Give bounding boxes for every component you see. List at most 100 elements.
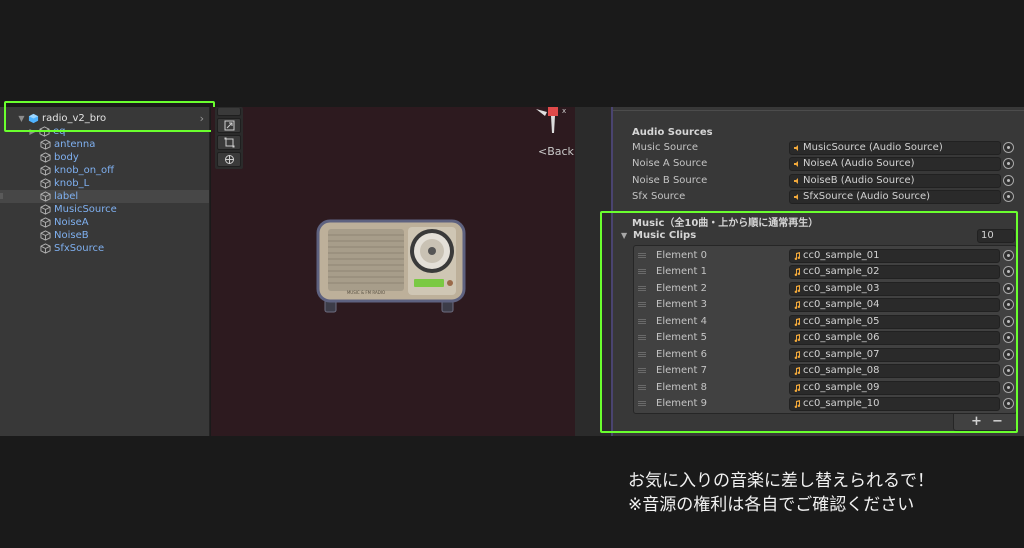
hierarchy-item-eq[interactable]: ▶ eq bbox=[0, 125, 209, 138]
object-field-noise-b-source[interactable]: NoiseB (Audio Source) bbox=[789, 174, 1001, 188]
gameobject-icon bbox=[40, 165, 51, 176]
audio-clip-field[interactable]: cc0_sample_04 bbox=[789, 298, 1000, 312]
gameobject-icon bbox=[40, 152, 51, 163]
hierarchy-item-sfxsource[interactable]: SfxSource bbox=[0, 242, 209, 255]
orientation-gizmo-icon[interactable]: x bbox=[533, 107, 575, 137]
drag-handle-icon[interactable] bbox=[638, 352, 646, 357]
list-item[interactable]: Element 0 cc0_sample_01 bbox=[634, 248, 1016, 264]
drag-handle-icon[interactable] bbox=[638, 385, 646, 390]
gameobject-icon bbox=[40, 178, 51, 189]
hierarchy-item-noiseb[interactable]: NoiseB bbox=[0, 229, 209, 242]
list-item[interactable]: Element 9 cc0_sample_10 bbox=[634, 396, 1016, 412]
hierarchy-item-label: NoiseB bbox=[54, 230, 89, 241]
object-field-music-source[interactable]: MusicSource (Audio Source) bbox=[789, 141, 1001, 155]
audio-clip-field[interactable]: cc0_sample_06 bbox=[789, 331, 1000, 345]
object-picker-icon[interactable] bbox=[1003, 158, 1014, 169]
object-picker-icon[interactable] bbox=[1003, 266, 1014, 277]
audio-clip-icon bbox=[794, 252, 801, 260]
remove-element-button[interactable]: − bbox=[992, 414, 1003, 429]
element-label: Element 7 bbox=[656, 365, 707, 376]
drag-handle-icon[interactable] bbox=[638, 401, 646, 406]
hierarchy-item-body[interactable]: body bbox=[0, 151, 209, 164]
object-picker-icon[interactable] bbox=[1003, 365, 1014, 376]
list-item[interactable]: Element 2 cc0_sample_03 bbox=[634, 281, 1016, 297]
view-back-label[interactable]: <Back bbox=[538, 145, 574, 158]
list-item[interactable]: Element 5 cc0_sample_06 bbox=[634, 330, 1016, 346]
transform-tool-icon[interactable] bbox=[217, 152, 241, 167]
object-picker-icon[interactable] bbox=[1003, 332, 1014, 343]
music-clips-label[interactable]: Music Clips bbox=[633, 230, 696, 241]
drag-handle-icon[interactable] bbox=[638, 335, 646, 340]
gameobject-icon bbox=[40, 204, 51, 215]
object-picker-icon[interactable] bbox=[1003, 250, 1014, 261]
add-element-button[interactable]: + bbox=[971, 414, 982, 429]
drag-handle-icon[interactable] bbox=[638, 253, 646, 258]
foldout-expanded-icon[interactable]: ▼ bbox=[17, 114, 26, 123]
scale-tool-icon[interactable] bbox=[217, 118, 241, 133]
list-item[interactable]: Element 4 cc0_sample_05 bbox=[634, 314, 1016, 330]
field-value: NoiseA (Audio Source) bbox=[803, 158, 915, 169]
audio-clip-field[interactable]: cc0_sample_03 bbox=[789, 282, 1000, 296]
hierarchy-item-knob-on-off[interactable]: knob_on_off bbox=[0, 164, 209, 177]
list-item[interactable]: Element 6 cc0_sample_07 bbox=[634, 347, 1016, 363]
hierarchy-item-noisea[interactable]: NoiseA bbox=[0, 216, 209, 229]
object-picker-icon[interactable] bbox=[1003, 398, 1014, 409]
list-item[interactable]: Element 1 cc0_sample_02 bbox=[634, 264, 1016, 280]
object-field-sfx-source[interactable]: SfxSource (Audio Source) bbox=[789, 190, 1001, 204]
audio-clip-icon bbox=[794, 367, 801, 375]
hierarchy-item-label: SfxSource bbox=[54, 243, 105, 254]
foldout-collapsed-icon[interactable]: ▶ bbox=[28, 127, 37, 136]
hierarchy-item-label-object[interactable]: label bbox=[0, 190, 209, 203]
audio-clip-field[interactable]: cc0_sample_08 bbox=[789, 364, 1000, 378]
field-value: cc0_sample_06 bbox=[803, 332, 880, 343]
music-header: Music（全10曲・上から順に通常再生） bbox=[632, 218, 819, 229]
audio-source-icon bbox=[794, 178, 798, 184]
object-picker-icon[interactable] bbox=[1003, 349, 1014, 360]
field-value: cc0_sample_01 bbox=[803, 250, 880, 261]
audio-clip-field[interactable]: cc0_sample_02 bbox=[789, 265, 1000, 279]
object-picker-icon[interactable] bbox=[1003, 283, 1014, 294]
object-picker-icon[interactable] bbox=[1003, 142, 1014, 153]
object-picker-icon[interactable] bbox=[1003, 299, 1014, 310]
radio-model[interactable]: MUSIC & FM RADIO bbox=[316, 219, 466, 315]
chevron-right-icon[interactable]: › bbox=[200, 112, 204, 125]
audio-clip-field[interactable]: cc0_sample_09 bbox=[789, 381, 1000, 395]
hierarchy-item-antenna[interactable]: antenna bbox=[0, 138, 209, 151]
audio-clip-field[interactable]: cc0_sample_05 bbox=[789, 315, 1000, 329]
list-item[interactable]: Element 8 cc0_sample_09 bbox=[634, 380, 1016, 396]
rect-tool-icon[interactable] bbox=[217, 135, 241, 150]
property-label: Music Source bbox=[632, 142, 698, 153]
object-picker-icon[interactable] bbox=[1003, 382, 1014, 393]
field-value: MusicSource (Audio Source) bbox=[803, 142, 943, 153]
audio-clip-icon bbox=[794, 400, 801, 408]
field-value: cc0_sample_08 bbox=[803, 365, 880, 376]
audio-clip-field[interactable]: cc0_sample_10 bbox=[789, 397, 1000, 411]
list-item[interactable]: Element 3 cc0_sample_04 bbox=[634, 297, 1016, 313]
audio-clip-field[interactable]: cc0_sample_01 bbox=[789, 249, 1000, 263]
field-value: cc0_sample_03 bbox=[803, 283, 880, 294]
field-value: NoiseB (Audio Source) bbox=[803, 175, 915, 186]
drag-handle-icon[interactable] bbox=[638, 269, 646, 274]
caption-line-1: お気に入りの音楽に差し替えられるで！ bbox=[628, 471, 934, 491]
rotate-tool-icon[interactable] bbox=[217, 108, 241, 116]
scroll-marker bbox=[0, 193, 3, 199]
object-field-noise-a-source[interactable]: NoiseA (Audio Source) bbox=[789, 157, 1001, 171]
list-item[interactable]: Element 7 cc0_sample_08 bbox=[634, 363, 1016, 379]
hierarchy-item-musicsource[interactable]: MusicSource bbox=[0, 203, 209, 216]
element-label: Element 8 bbox=[656, 382, 707, 393]
audio-clip-icon bbox=[794, 285, 801, 293]
drag-handle-icon[interactable] bbox=[638, 368, 646, 373]
drag-handle-icon[interactable] bbox=[638, 286, 646, 291]
object-picker-icon[interactable] bbox=[1003, 191, 1014, 202]
drag-handle-icon[interactable] bbox=[638, 319, 646, 324]
scene-view[interactable]: x <Back MUSIC & FM RADIO bbox=[211, 107, 575, 436]
gameobject-icon bbox=[40, 217, 51, 228]
hierarchy-item-knob-l[interactable]: knob_L bbox=[0, 177, 209, 190]
array-size-field[interactable]: 10 bbox=[977, 229, 1015, 243]
property-label: Sfx Source bbox=[632, 191, 686, 202]
drag-handle-icon[interactable] bbox=[638, 302, 646, 307]
object-picker-icon[interactable] bbox=[1003, 316, 1014, 327]
foldout-expanded-icon[interactable]: ▼ bbox=[621, 231, 627, 240]
audio-clip-field[interactable]: cc0_sample_07 bbox=[789, 348, 1000, 362]
object-picker-icon[interactable] bbox=[1003, 175, 1014, 186]
